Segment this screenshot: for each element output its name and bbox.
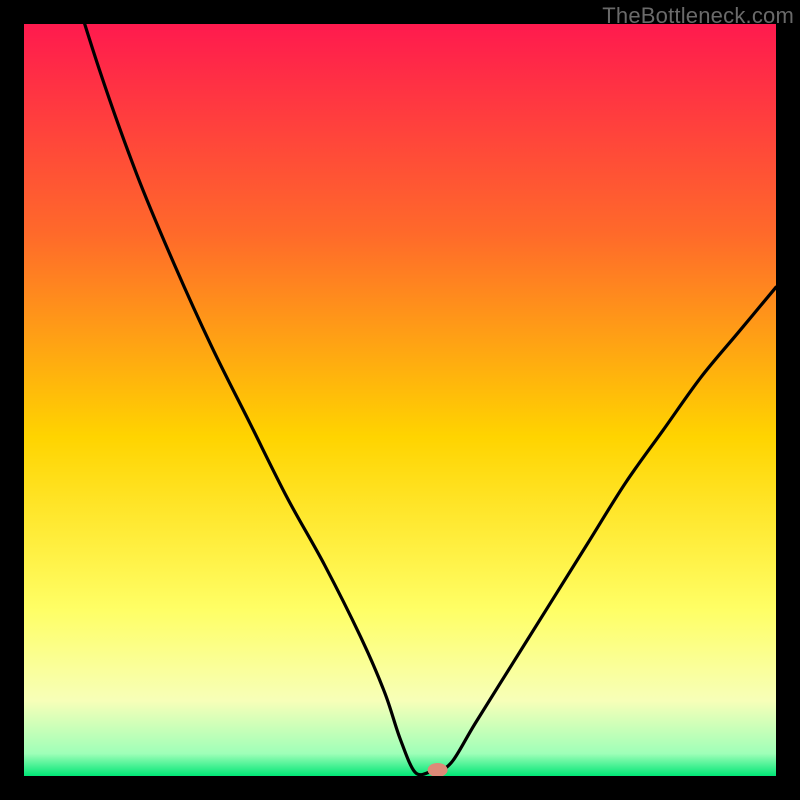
plot-area	[24, 24, 776, 776]
bottleneck-chart	[24, 24, 776, 776]
gradient-background	[24, 24, 776, 776]
chart-frame: TheBottleneck.com	[0, 0, 800, 800]
